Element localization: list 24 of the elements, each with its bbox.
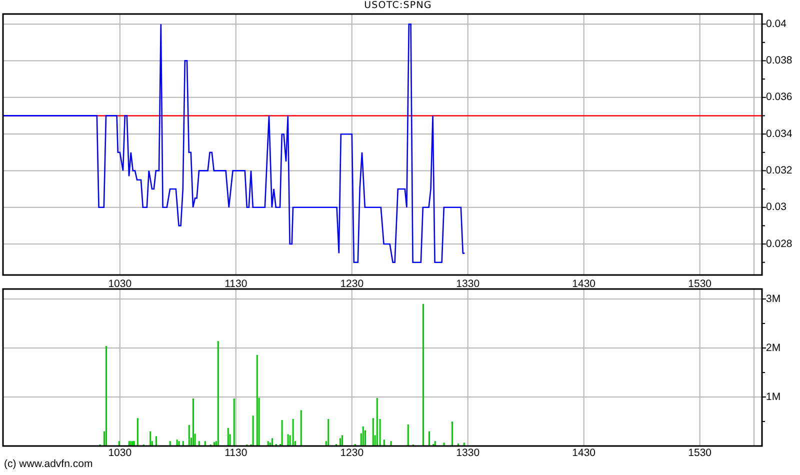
x-axis-label: 1130 <box>224 278 248 287</box>
y-axis-label: 0.038 <box>766 54 792 67</box>
x-axis-label: 1430 <box>572 446 596 458</box>
x-axis-label: 1530 <box>688 278 712 287</box>
y-axis-label: 0.034 <box>766 128 792 140</box>
x-axis-label: 1530 <box>688 446 712 458</box>
x-axis-label: 1030 <box>108 446 132 458</box>
x-axis-label: 1130 <box>224 446 248 458</box>
x-axis-label: 1230 <box>340 446 364 458</box>
x-axis-label: 1430 <box>572 278 596 287</box>
y-axis-label: 0.036 <box>766 91 792 104</box>
chart-title: USOTC:SPNG <box>364 0 432 12</box>
y-axis-label: 2M <box>766 342 781 354</box>
y-axis-label: 3M <box>766 292 781 305</box>
copyright-text: (c) www.advfn.com <box>4 458 93 470</box>
y-axis-label: 1M <box>766 390 781 403</box>
y-axis-label: 0.03 <box>766 201 786 214</box>
y-axis-label: 0.028 <box>766 238 792 250</box>
y-axis-label: 0.04 <box>766 18 786 30</box>
x-axis-label: 1230 <box>340 278 364 287</box>
x-axis-label: 1330 <box>456 446 480 458</box>
y-axis-label: 0.032 <box>766 164 792 176</box>
x-axis-label: 1330 <box>456 278 480 287</box>
x-axis-label: 1030 <box>108 278 132 287</box>
